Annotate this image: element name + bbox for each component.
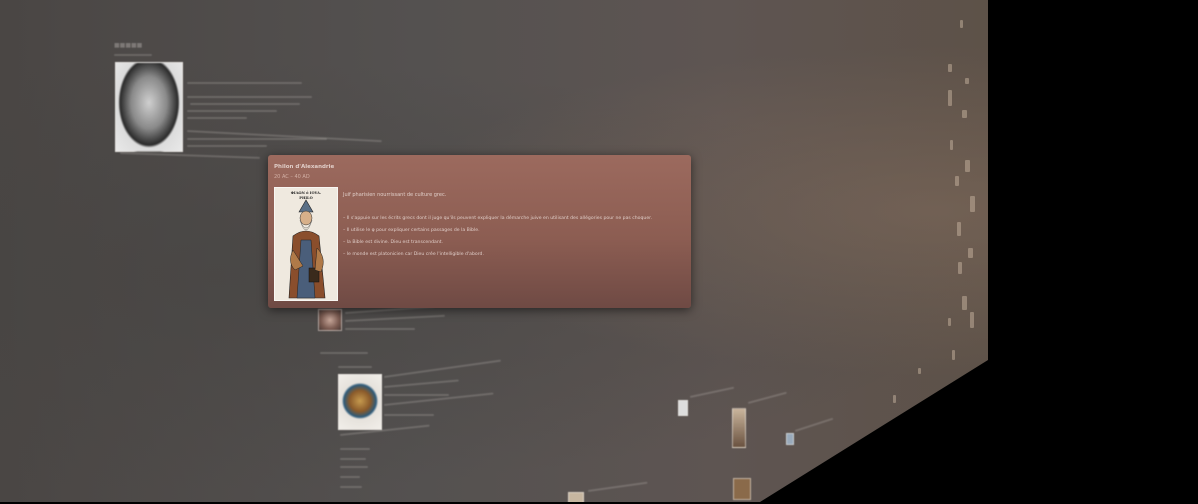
blurred-line (114, 54, 152, 56)
card-intro: Juif pharisien nourrissant de culture gr… (343, 192, 447, 198)
far-thumbnail[interactable] (786, 433, 794, 445)
card-points-list: Il s'appuie sur les écrits grecs dont il… (343, 213, 652, 261)
bust-portrait-thumbnail[interactable] (115, 62, 183, 152)
card-point: la Bible est divine. Dieu est transcenda… (343, 237, 652, 249)
small-portrait-thumbnail[interactable] (318, 309, 342, 331)
icon-portrait-thumbnail[interactable] (338, 374, 382, 430)
blurred-entry-label: ■■■■■ (114, 42, 143, 49)
far-thumbnail[interactable] (568, 492, 584, 502)
far-thumbnail[interactable] (732, 408, 746, 448)
card-dates: 20 AC – 40 AD (274, 174, 310, 180)
card-point: le monde est platonicien car Dieu crée l… (343, 249, 652, 261)
far-thumbnail[interactable] (733, 478, 751, 500)
philo-detail-card[interactable]: Philon d'Alexandrie 20 AC – 40 AD ΦΙΛΩΝ … (268, 155, 691, 308)
card-point: Il s'appuie sur les écrits grecs dont il… (343, 213, 652, 225)
svg-text:ΦΙΛΩΝ ὁ ΙΟΥΔ.: ΦΙΛΩΝ ὁ ΙΟΥΔ. (291, 190, 321, 195)
card-title: Philon d'Alexandrie (274, 164, 335, 170)
far-thumbnail[interactable] (678, 400, 688, 416)
philo-portrait-icon: ΦΙΛΩΝ ὁ ΙΟΥΔ. PHILO (275, 188, 337, 300)
svg-text:PHILO: PHILO (299, 196, 312, 200)
card-point: Il utilise le φ pour expliquer certains … (343, 225, 652, 237)
philo-portrait-image: ΦΙΛΩΝ ὁ ΙΟΥΔ. PHILO (274, 187, 338, 301)
